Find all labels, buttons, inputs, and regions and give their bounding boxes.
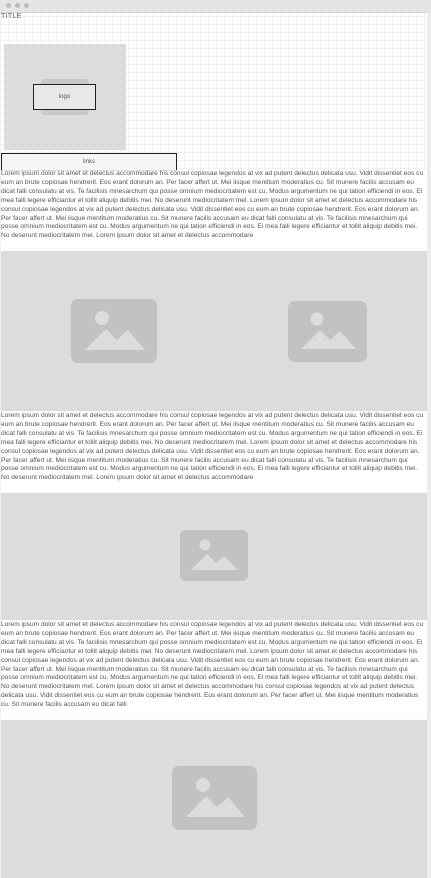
links-nav[interactable]: links (1, 153, 177, 171)
window-minimize-dot[interactable] (15, 3, 20, 8)
body-paragraph-2: Lorem ipsum dolor sit amet et delectus a… (1, 412, 426, 492)
wireframe-page: TITLE logo links Lorem ipsum dolor sit a… (0, 0, 431, 878)
image-icon (180, 530, 248, 581)
body-paragraph-1: Lorem ipsum dolor sit amet et delectus a… (1, 170, 426, 250)
vertical-scrollbar[interactable] (427, 12, 431, 878)
window-maximize-dot[interactable] (24, 3, 29, 8)
logo[interactable]: logo (33, 84, 96, 110)
window-close-dot[interactable] (6, 3, 11, 8)
image-band-2 (1, 493, 427, 620)
page-title: TITLE (1, 13, 22, 20)
image-band-1 (1, 251, 427, 411)
image-icon (288, 301, 367, 362)
image-icon (172, 766, 257, 830)
image-icon (71, 299, 157, 363)
window-titlebar (0, 0, 431, 13)
logo-placeholder-area: logo (4, 44, 126, 150)
body-paragraph-3: Lorem ipsum dolor sit amet et delectus a… (1, 621, 426, 719)
image-band-3 (1, 720, 427, 878)
